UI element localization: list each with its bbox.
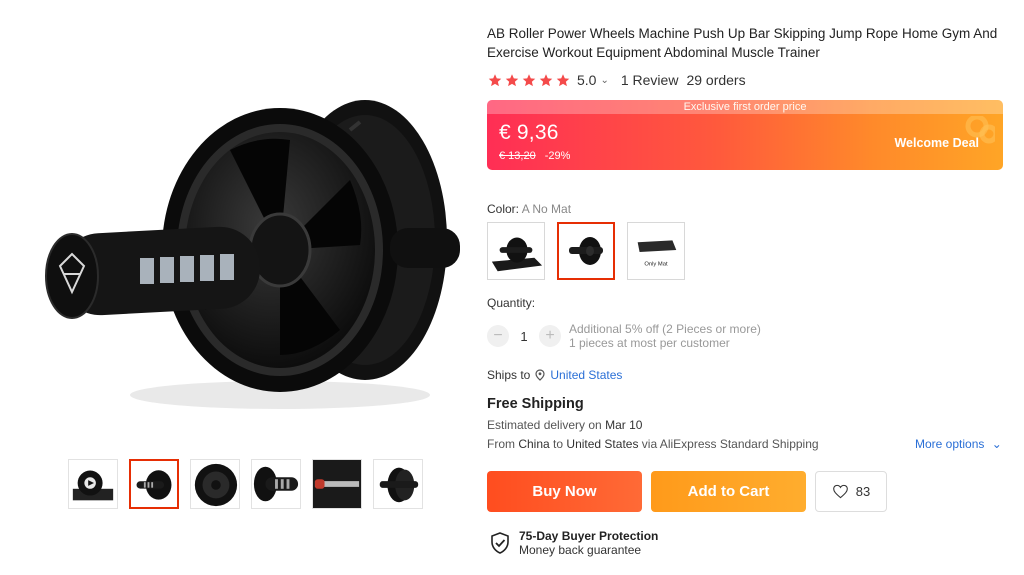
star-icon: [522, 73, 536, 86]
rating-row: 5.0 ⌄ 1 Review 29 orders: [487, 72, 746, 88]
thumbnail-1[interactable]: [68, 459, 118, 509]
color-option-a-no-mat[interactable]: [557, 222, 615, 280]
shipping-method: via AliExpress Standard Shipping: [641, 437, 819, 451]
ships-to-country-link[interactable]: United States: [550, 368, 622, 382]
color-label-row: Color: A No Mat: [487, 202, 571, 216]
estimated-delivery-prefix: Estimated delivery on: [487, 418, 602, 432]
to-word: to: [553, 437, 564, 451]
location-pin-icon: [535, 369, 545, 381]
star-icon: [505, 73, 519, 86]
ships-to-row: Ships to United States: [487, 368, 622, 382]
star-icon: [539, 73, 553, 86]
buyer-protection-subtitle: Money back guarantee: [519, 543, 642, 557]
original-price: € 13,20: [499, 150, 536, 162]
star-icon: [488, 73, 502, 86]
thumbnail-2[interactable]: [129, 459, 179, 509]
price-banner: Exclusive first order price € 9,36 € 13,…: [487, 100, 1003, 170]
thumbnail-strip: [68, 459, 423, 509]
quantity-input[interactable]: 1: [509, 329, 539, 344]
ab-roller-image: [45, 100, 460, 409]
add-to-cart-button[interactable]: Add to Cart: [651, 471, 806, 512]
color-options: Only Mat: [487, 222, 685, 280]
thumbnail-4[interactable]: [251, 459, 301, 509]
rating-score[interactable]: 5.0: [577, 72, 596, 88]
to-country: United States: [566, 437, 639, 451]
handle-thumbnail: [252, 460, 300, 508]
quantity-stepper: − 1 + Additional 5% off (2 Pieces or mor…: [487, 322, 761, 350]
video-thumbnail: [69, 460, 117, 508]
chevron-down-icon: ⌄: [991, 437, 1002, 451]
more-options-link[interactable]: More options ⌄: [915, 437, 1002, 451]
welcome-deal-label: Welcome Deal: [894, 136, 979, 150]
chevron-down-icon[interactable]: ⌄: [600, 75, 608, 86]
original-price-row: € 13,20 -29%: [499, 150, 570, 162]
buyer-protection-title: 75-Day Buyer Protection: [519, 529, 659, 543]
shield-check-icon: [491, 532, 509, 554]
bulk-discount-note: Additional 5% off (2 Pieces or more): [569, 322, 761, 336]
reviews-link[interactable]: 1 Review: [621, 72, 679, 88]
roller-thumbnail: [131, 461, 177, 507]
shipping-route: From China to United States via AliExpre…: [487, 437, 819, 451]
color-option-only-mat[interactable]: Only Mat: [627, 222, 685, 280]
product-title: AB Roller Power Wheels Machine Push Up B…: [487, 26, 998, 60]
orders-count: 29 orders: [686, 72, 746, 88]
thumbnail-5[interactable]: [312, 459, 362, 509]
current-price: € 9,36: [499, 121, 559, 144]
estimated-delivery: Estimated delivery on Mar 10: [487, 418, 642, 432]
estimated-delivery-date: Mar 10: [605, 418, 643, 432]
only-mat-caption: Only Mat: [644, 261, 668, 267]
only-mat-image: Only Mat: [628, 223, 684, 279]
ships-to-label: Ships to: [487, 368, 531, 382]
side-view-thumbnail: [374, 460, 422, 508]
mat-wheel-image: [488, 223, 544, 279]
wishlist-button[interactable]: 83: [815, 471, 887, 512]
more-options-label: More options: [915, 437, 985, 451]
color-label: Color:: [487, 202, 520, 216]
star-icon: [556, 73, 570, 86]
from-country: China: [518, 437, 550, 451]
free-shipping-label: Free Shipping: [487, 396, 584, 412]
thumbnail-3[interactable]: [190, 459, 240, 509]
buyer-protection: 75-Day Buyer Protection Money back guara…: [490, 529, 658, 557]
thumbnail-6[interactable]: [373, 459, 423, 509]
first-order-strip: Exclusive first order price: [487, 100, 1003, 114]
wheel-closeup-thumbnail: [191, 460, 239, 508]
quantity-notes: Additional 5% off (2 Pieces or more) 1 p…: [569, 322, 761, 350]
purchase-limit-note: 1 pieces at most per customer: [569, 336, 730, 350]
heart-icon: [832, 484, 848, 499]
buyer-protection-text: 75-Day Buyer Protection Money back guara…: [519, 529, 658, 557]
wishlist-count: 83: [855, 484, 871, 499]
product-info-panel: AB Roller Power Wheels Machine Push Up B…: [487, 24, 1007, 557]
from-prefix: From: [487, 437, 515, 451]
quantity-label: Quantity:: [487, 296, 536, 310]
decrease-quantity-button[interactable]: −: [487, 325, 509, 347]
color-option-mat-with-wheel[interactable]: [487, 222, 545, 280]
rod-thumbnail: [313, 460, 361, 508]
increase-quantity-button[interactable]: +: [539, 325, 561, 347]
buy-now-button[interactable]: Buy Now: [487, 471, 642, 512]
product-main-image[interactable]: [10, 30, 475, 440]
discount-badge: -29%: [544, 150, 571, 162]
roller-only-image: [559, 224, 613, 278]
star-rating: [487, 73, 571, 88]
color-value: A No Mat: [521, 202, 572, 216]
